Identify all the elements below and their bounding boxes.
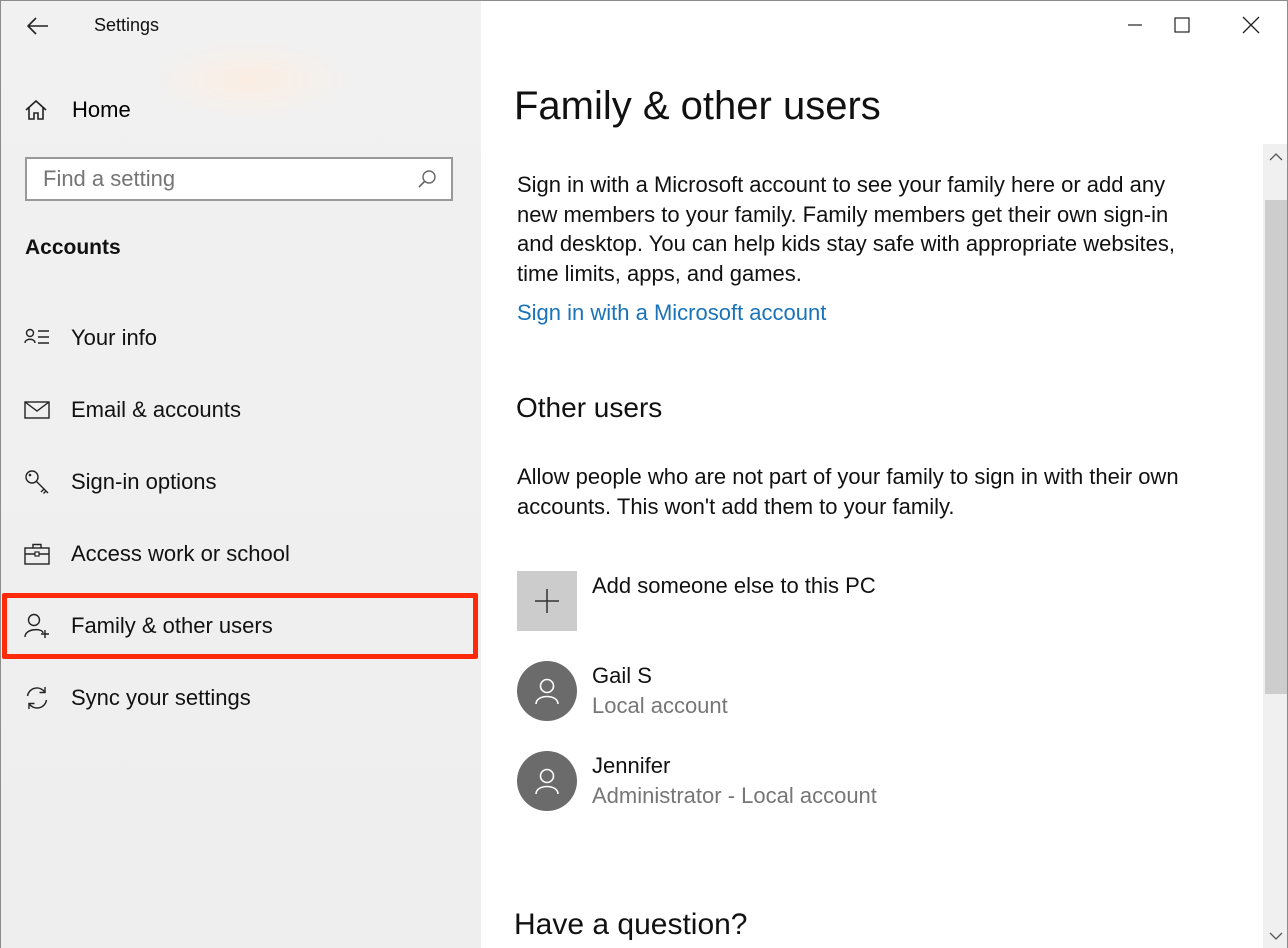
plus-icon (535, 589, 559, 613)
user-name: Jennifer (592, 753, 671, 778)
minimize-icon (1128, 24, 1142, 26)
app-title: Settings (94, 15, 160, 35)
sign-in-microsoft-link[interactable]: Sign in with a Microsoft account (517, 300, 826, 326)
maximize-icon (1174, 17, 1190, 33)
sidebar-item-family-other-users[interactable]: Family & other users (2, 593, 478, 659)
have-a-question-heading: Have a question? (514, 908, 748, 941)
scrollbar[interactable] (1263, 144, 1288, 948)
scroll-up-button[interactable] (1263, 144, 1288, 168)
other-users-description: Allow people who are not part of your fa… (517, 464, 1179, 519)
other-users-heading: Other users (516, 392, 663, 423)
sidebar-item-sync-settings[interactable]: Sync your settings (0, 670, 481, 726)
avatar (517, 751, 577, 811)
sidebar-item-access-work-school[interactable]: Access work or school (0, 526, 481, 582)
chevron-down-icon (1269, 932, 1282, 940)
key-icon (24, 469, 50, 495)
settings-window: Settings Home Accounts (0, 0, 1288, 948)
user-name: Gail S (592, 663, 652, 688)
scroll-down-button[interactable] (1263, 924, 1288, 948)
user-account-type: Administrator - Local account (592, 783, 877, 808)
briefcase-icon (24, 541, 50, 567)
home-label: Home (72, 97, 131, 122)
user-item-jennifer[interactable]: Jennifer Administrator - Local account (517, 751, 1117, 813)
add-user-label[interactable]: Add someone else to this PC (592, 573, 876, 599)
scroll-thumb[interactable] (1265, 200, 1287, 694)
family-description: Sign in with a Microsoft account to see … (517, 172, 1175, 286)
user-item-gail[interactable]: Gail S Local account (517, 661, 1117, 723)
sync-icon (24, 685, 50, 711)
sidebar: Settings Home Accounts (0, 0, 481, 948)
add-user-button[interactable] (517, 571, 577, 631)
close-icon (1242, 16, 1260, 34)
search-input[interactable] (27, 158, 413, 200)
chevron-up-icon (1269, 152, 1282, 160)
home-nav[interactable]: Home (24, 92, 464, 128)
page-title: Family & other users (514, 84, 881, 128)
search-box[interactable] (25, 157, 453, 201)
search-icon[interactable] (413, 165, 441, 193)
back-arrow-icon (27, 17, 48, 35)
person-icon (535, 678, 559, 705)
user-account-type: Local account (592, 693, 728, 718)
section-heading-accounts: Accounts (25, 236, 121, 259)
person-add-icon (24, 613, 50, 639)
person-icon (535, 768, 559, 795)
close-button[interactable] (1217, 0, 1285, 50)
sidebar-item-your-info[interactable]: Your info (0, 310, 481, 366)
back-button[interactable] (22, 10, 54, 42)
main-content: Family & other users Sign in with a Micr… (481, 0, 1288, 948)
sidebar-item-sign-in-options[interactable]: Sign-in options (0, 454, 481, 510)
sidebar-item-email-accounts[interactable]: Email & accounts (0, 382, 481, 438)
person-list-icon (24, 325, 50, 351)
mail-icon (24, 397, 50, 423)
home-icon (25, 99, 47, 120)
avatar (517, 661, 577, 721)
maximize-button[interactable] (1148, 0, 1216, 50)
